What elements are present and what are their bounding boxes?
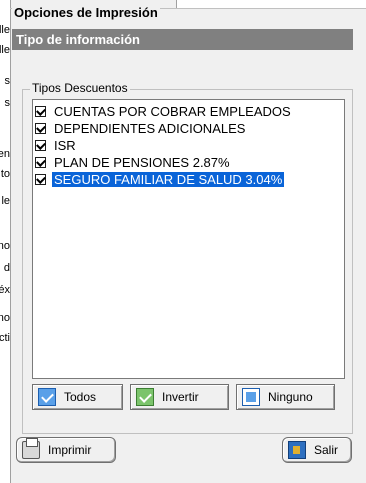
print-label: Imprimir: [48, 443, 92, 457]
clear-selection-icon: [242, 388, 260, 406]
exit-label: Salir: [314, 443, 339, 457]
info-type-header: Tipo de información: [12, 29, 353, 50]
print-options-title: Opciones de Impresión: [12, 5, 160, 20]
list-item-label: CUENTAS POR COBRAR EMPLEADOS: [54, 103, 291, 119]
printer-icon: [22, 438, 40, 459]
checkbox[interactable]: [35, 139, 46, 151]
list-item-label: PLAN DE PENSIONES 2.87%: [54, 154, 230, 170]
background-text-fragment: éx: [0, 284, 10, 296]
list-item-label: DEPENDIENTES ADICIONALES: [54, 120, 246, 136]
list-item-selected[interactable]: SEGURO FAMILIAR DE SALUD 3.04%: [35, 171, 285, 187]
select-none-button[interactable]: Ninguno: [236, 384, 335, 410]
background-text-fragment: no: [0, 240, 10, 252]
invert-selection-label: Invertir: [162, 390, 199, 404]
checkbox[interactable]: [35, 105, 46, 117]
select-all-button[interactable]: Todos: [32, 384, 123, 410]
exit-button[interactable]: Salir: [282, 437, 352, 463]
list-item[interactable]: PLAN DE PENSIONES 2.87%: [35, 154, 232, 170]
background-text-fragment: s: [4, 75, 11, 87]
list-item[interactable]: CUENTAS POR COBRAR EMPLEADOS: [35, 103, 293, 119]
exit-door-icon: [288, 441, 306, 459]
background-window-edge: [176, 0, 366, 8]
list-item-label: ISR: [54, 137, 76, 153]
list-item-label: SEGURO FAMILIAR DE SALUD 3.04%: [52, 171, 285, 187]
background-text-fragment: s: [4, 97, 11, 109]
background-text-fragment: to: [0, 168, 10, 180]
background-text-fragment: le: [1, 195, 10, 207]
checkbox[interactable]: [35, 156, 46, 168]
checkbox[interactable]: [35, 122, 46, 134]
select-all-label: Todos: [64, 390, 97, 404]
invert-selection-icon: [136, 388, 154, 406]
background-text-fragment: lle: [0, 44, 10, 56]
discount-types-list[interactable]: CUENTAS POR COBRAR EMPLEADOS DEPENDIENTE…: [32, 99, 345, 379]
print-button[interactable]: Imprimir: [16, 437, 116, 463]
list-item[interactable]: ISR: [35, 137, 78, 153]
list-item[interactable]: DEPENDIENTES ADICIONALES: [35, 120, 247, 136]
background-text-fragment: en: [0, 148, 10, 160]
background-text-fragment: d: [3, 262, 10, 274]
background-text-fragment: cti: [0, 332, 10, 344]
invert-selection-button[interactable]: Invertir: [130, 384, 229, 410]
checkbox[interactable]: [35, 173, 46, 185]
select-none-label: Ninguno: [268, 390, 313, 404]
discount-types-legend: Tipos Descuentos: [30, 81, 130, 95]
background-text-fragment: no: [0, 312, 10, 324]
background-text-fragment: lle: [0, 24, 10, 36]
check-all-icon: [38, 388, 56, 406]
